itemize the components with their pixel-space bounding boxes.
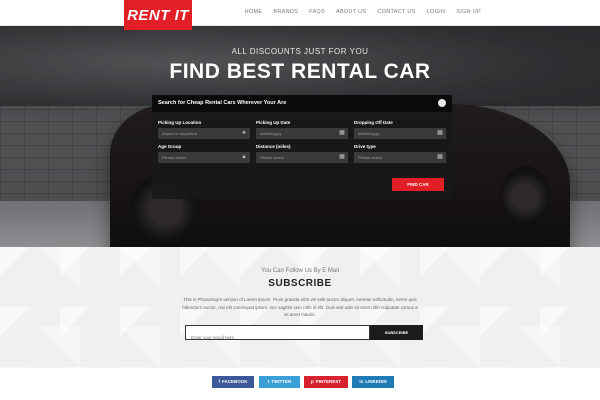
dropoff-date-field: Dropping Off Date dd/mm/yyyy ▦	[354, 120, 446, 139]
find-car-button[interactable]: FIND CAR	[392, 178, 444, 191]
facebook-label: FACEBOOK	[221, 379, 248, 384]
age-group-label: Age Group	[158, 144, 182, 149]
pinterest-icon: p	[310, 379, 314, 384]
email-input[interactable]	[186, 331, 369, 344]
linkedin-icon: in	[359, 379, 364, 384]
user-icon: ▲	[241, 154, 247, 160]
age-group-field: Age Group Please select ▲	[158, 144, 250, 163]
pickup-location-field: Picking Up Location Airport or Anywhere …	[158, 120, 250, 139]
globe-icon[interactable]	[438, 99, 446, 107]
search-panel-header: Search for Cheap Rental Cars Wherever Yo…	[152, 95, 452, 112]
social-bar: f FACEBOOK t TWITTER p PINTEREST in LINKEDIN	[0, 368, 600, 400]
drive-type-label: Drive type	[354, 144, 376, 149]
grid-icon: ▦	[339, 154, 345, 160]
pickup-location-placeholder: Airport or Anywhere	[162, 131, 198, 136]
drive-type-placeholder: Please select	[358, 155, 382, 160]
drive-type-select[interactable]: Please select ▦	[354, 152, 446, 163]
facebook-button[interactable]: f FACEBOOK	[212, 376, 254, 388]
pickup-date-field: Picking Up Date dd/mm/yyyy ▦	[256, 120, 348, 139]
dropoff-date-label: Dropping Off Date	[354, 120, 393, 125]
age-group-select[interactable]: Please select ▲	[158, 152, 250, 163]
pickup-date-placeholder: dd/mm/yyyy	[260, 131, 282, 136]
subscribe-eyebrow: You Can Follow Us By E Mail	[261, 268, 339, 274]
distance-label: Distance (miles)	[256, 144, 291, 149]
logo[interactable]: RENT IT	[124, 0, 192, 30]
pinterest-label: PINTEREST	[315, 379, 341, 384]
calendar-icon: ▦	[339, 130, 345, 136]
dropoff-date-placeholder: dd/mm/yyyy	[358, 131, 380, 136]
email-field[interactable]	[185, 325, 370, 344]
hero-title: FIND BEST RENTAL CAR	[169, 60, 431, 83]
nav-contact-us[interactable]: CONTACT US	[377, 9, 415, 15]
pickup-date-label: Picking Up Date	[256, 120, 291, 125]
logo-text: RENT IT	[127, 6, 189, 24]
pickup-location-label: Picking Up Location	[158, 120, 202, 125]
dropoff-date-input[interactable]: dd/mm/yyyy ▦	[354, 128, 446, 139]
distance-field: Distance (miles) Please select ▦	[256, 144, 348, 163]
pickup-date-input[interactable]: dd/mm/yyyy ▦	[256, 128, 348, 139]
nav-brands[interactable]: BRANDS	[273, 9, 298, 15]
subscribe-section: You Can Follow Us By E Mail SUBSCRIBE Th…	[0, 247, 600, 368]
pinterest-button[interactable]: p PINTEREST	[304, 376, 348, 388]
drive-type-field: Drive type Please select ▦	[354, 144, 446, 163]
nav-login[interactable]: LOGIN	[427, 9, 446, 15]
age-group-placeholder: Please select	[162, 155, 186, 160]
nav-faqs[interactable]: FAQS	[309, 9, 325, 15]
linkedin-button[interactable]: in LINKEDIN	[352, 376, 394, 388]
linkedin-label: LINKEDIN	[365, 379, 387, 384]
nav-sign-up[interactable]: SIGN UP	[456, 9, 481, 15]
calendar-icon: ▦	[437, 130, 443, 136]
twitter-label: TWITTER	[271, 379, 292, 384]
hero-eyebrow: ALL DISCOUNTS JUST FOR YOU	[231, 47, 369, 56]
site-header: RENT IT HOME BRANDS FAQS ABOUT US CONTAC…	[0, 0, 600, 30]
grid-icon: ▦	[437, 154, 443, 160]
search-panel-title: Search for Cheap Rental Cars Wherever Yo…	[158, 100, 287, 106]
map-pin-icon: ●	[242, 130, 246, 136]
distance-placeholder: Please select	[260, 155, 284, 160]
main-nav: HOME BRANDS FAQS ABOUT US CONTACT US LOG…	[234, 9, 481, 15]
twitter-icon: t	[267, 379, 270, 384]
pickup-location-input[interactable]: Airport or Anywhere ●	[158, 128, 250, 139]
subscribe-heading: SUBSCRIBE	[268, 278, 332, 289]
search-panel: Search for Cheap Rental Cars Wherever Yo…	[152, 95, 452, 199]
nav-home[interactable]: HOME	[245, 9, 263, 15]
twitter-button[interactable]: t TWITTER	[259, 376, 300, 388]
subscribe-description: This is Photoshop's version of Lorem Ips…	[182, 297, 418, 317]
subscribe-button[interactable]: SUBSCRIBE	[370, 325, 423, 340]
distance-select[interactable]: Please select ▦	[256, 152, 348, 163]
nav-about-us[interactable]: ABOUT US	[336, 9, 366, 15]
facebook-icon: f	[218, 379, 220, 384]
